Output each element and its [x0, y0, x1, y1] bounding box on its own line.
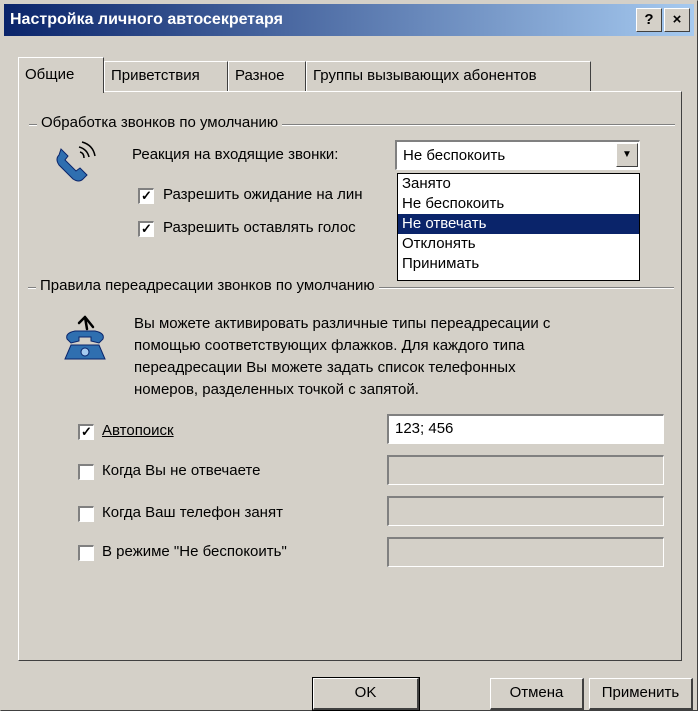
description-line: номеров, разделенных точкой с запятой. [134, 381, 419, 398]
tab-misc[interactable]: Разное [228, 61, 306, 91]
busy-checkbox[interactable] [78, 506, 94, 522]
autosearch-label: Автопоиск [102, 422, 174, 439]
description-line: помощью соответствующих флажков. Для каж… [134, 337, 525, 354]
no-answer-label: Когда Вы не отвечаете [102, 462, 261, 479]
group-call-handling-title: Обработка звонков по умолчанию [37, 114, 283, 131]
tab-caller-groups-label: Группы вызывающих абонентов [313, 67, 537, 84]
option-do-not-disturb[interactable]: Не беспокоить [398, 194, 639, 214]
ok-button[interactable]: OK [312, 677, 420, 711]
tab-general-label: Общие [25, 66, 75, 83]
busy-numbers-input[interactable] [387, 496, 664, 526]
phone-ringing-icon [49, 137, 99, 187]
tab-caller-groups[interactable]: Группы вызывающих абонентов [306, 61, 591, 91]
call-forwarding-icon [61, 313, 111, 365]
description-line: Вы можете активировать различные типы пе… [134, 315, 551, 332]
tab-greetings-label: Приветствия [111, 67, 200, 84]
tab-greetings[interactable]: Приветствия [104, 61, 228, 91]
title-bar[interactable]: Настройка личного автосекретаря ? × [4, 4, 694, 36]
allow-waiting-checkbox[interactable]: ✓ [138, 188, 154, 204]
option-busy[interactable]: Занято [398, 174, 639, 194]
allow-waiting-label: Разрешить ожидание на лин [163, 186, 363, 203]
no-answer-numbers-input[interactable] [387, 455, 664, 485]
dnd-mode-label: В режиме "Не беспокоить" [102, 543, 287, 560]
autosearch-checkbox[interactable]: ✓ [78, 424, 94, 440]
dropdown-arrow-icon[interactable]: ▼ [616, 143, 638, 167]
option-no-answer[interactable]: Не отвечать [398, 214, 639, 234]
help-button[interactable]: ? [636, 8, 662, 32]
busy-label: Когда Ваш телефон занят [102, 504, 283, 521]
incoming-calls-select[interactable]: Не беспокоить ▼ [395, 140, 640, 170]
dnd-mode-checkbox[interactable] [78, 545, 94, 561]
dialog-window: Настройка личного автосекретаря ? × Общи… [0, 0, 698, 711]
group-forwarding-title: Правила переадресации звонков по умолчан… [36, 277, 379, 294]
tab-general[interactable]: Общие [18, 57, 104, 93]
incoming-calls-value: Не беспокоить [403, 147, 506, 164]
option-reject[interactable]: Отклонять [398, 234, 639, 254]
dnd-mode-numbers-input[interactable] [387, 537, 664, 567]
cancel-button[interactable]: Отмена [490, 678, 584, 710]
tab-misc-label: Разное [235, 67, 285, 84]
no-answer-checkbox[interactable] [78, 464, 94, 480]
allow-voicemail-checkbox[interactable]: ✓ [138, 221, 154, 237]
close-button[interactable]: × [664, 8, 690, 32]
incoming-calls-dropdown-list: Занято Не беспокоить Не отвечать Отклоня… [397, 173, 640, 281]
option-accept[interactable]: Принимать [398, 254, 639, 274]
incoming-calls-label: Реакция на входящие звонки: [132, 146, 339, 163]
autosearch-numbers-input[interactable]: 123; 456 [387, 414, 664, 444]
forwarding-description: Вы можете активировать различные типы пе… [134, 313, 550, 401]
apply-button[interactable]: Применить [589, 678, 693, 710]
allow-voicemail-label: Разрешить оставлять голос [163, 219, 356, 236]
window-title: Настройка личного автосекретаря [10, 11, 283, 28]
description-line: переадресации Вы можете задать список те… [134, 359, 516, 376]
